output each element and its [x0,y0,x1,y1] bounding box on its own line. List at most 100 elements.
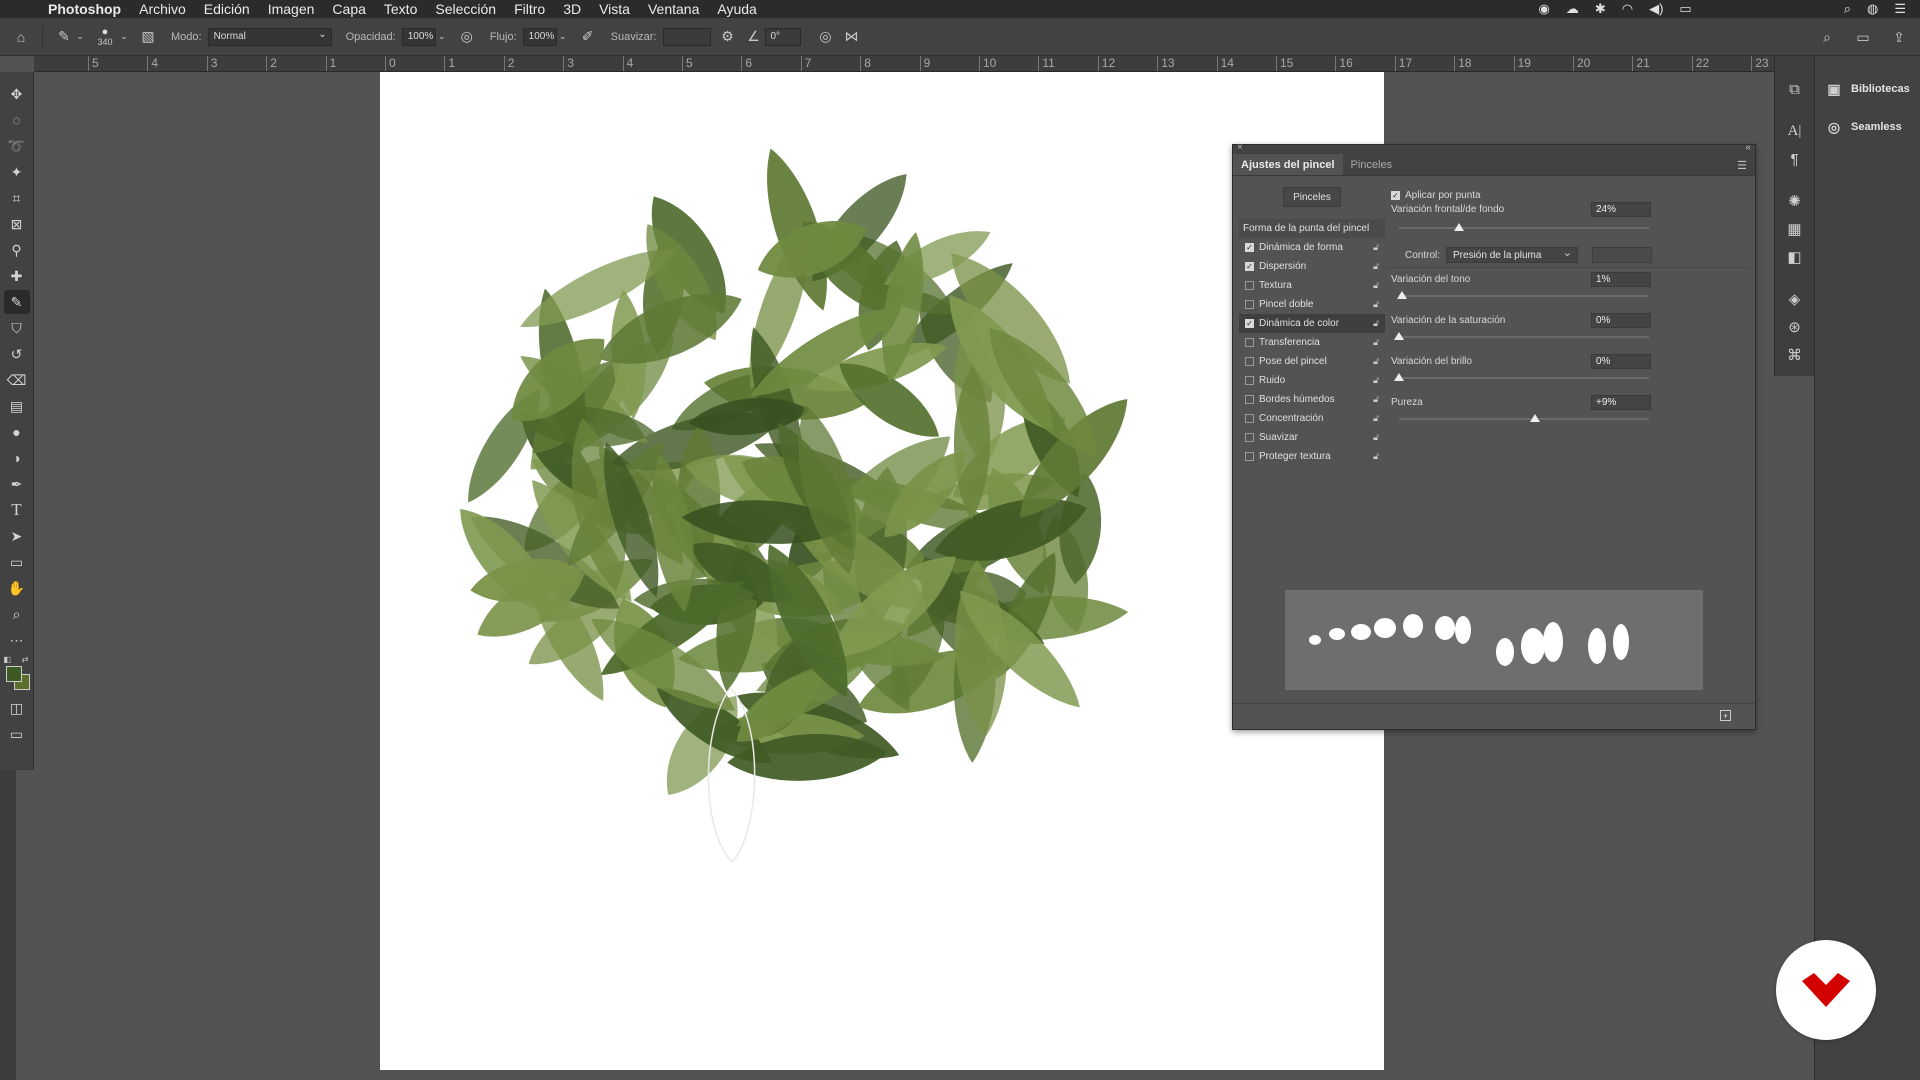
option-checkbox[interactable]: ✓ [1245,262,1254,271]
option-checkbox[interactable] [1245,452,1254,461]
brightness-jitter-input[interactable]: 0% [1591,353,1651,369]
hue-jitter-slider[interactable] [1396,291,1649,299]
wifi-icon[interactable]: ◠ [1622,1,1633,17]
history-brush-tool-icon[interactable]: ↺ [4,342,30,366]
seamless-panel-tab[interactable]: ◎ Seamless [1815,108,1920,146]
option-checkbox[interactable] [1245,281,1254,290]
menu-vista[interactable]: Vista [599,1,630,17]
flow-input[interactable]: 100% [522,27,557,46]
chevron-down-icon[interactable]: ⌄ [75,26,85,48]
option-checkbox[interactable] [1245,300,1254,309]
dodge-tool-icon[interactable]: ◑ [4,446,30,470]
channels-panel-icon[interactable]: ⊛ [1781,314,1809,340]
history-panel-icon[interactable]: ⧉ [1781,76,1809,102]
menu-filtro[interactable]: Filtro [514,1,545,17]
brush-option-item[interactable]: ✓ Dispersión 🔓︎ [1239,257,1385,276]
brush-option-item[interactable]: Transferencia 🔓︎ [1239,333,1385,352]
hand-tool-icon[interactable]: ✋ [4,576,30,600]
apply-per-tip-checkbox[interactable]: ✓ [1391,190,1400,200]
brush-option-item[interactable]: Suavizar 🔓︎ [1239,428,1385,447]
lock-icon[interactable]: 🔓︎ [1373,394,1379,405]
control-select[interactable]: Presión de la pluma [1446,246,1579,263]
option-checkbox[interactable] [1245,357,1254,366]
eyedropper-tool-icon[interactable]: ⚲ [4,238,30,262]
brightness-jitter-slider[interactable] [1394,373,1649,381]
airbrush-icon[interactable]: ✐ [577,26,599,48]
spotlight-icon[interactable]: ⌕ [1844,1,1851,17]
brush-option-item[interactable]: Pincel doble 🔓︎ [1239,295,1385,314]
hue-jitter-input[interactable]: 1% [1591,271,1651,287]
menu-imagen[interactable]: Imagen [268,1,315,17]
slider-thumb[interactable] [1394,332,1404,340]
lock-icon[interactable]: 🔓︎ [1373,451,1379,462]
search-icon[interactable]: ⌕ [1816,26,1838,48]
menu-app-name[interactable]: Photoshop [48,1,121,17]
home-icon[interactable]: ⌂ [10,26,32,48]
layers-panel-icon[interactable]: ◈ [1781,286,1809,312]
collapse-icon[interactable]: « [1745,142,1751,153]
gradients-panel-icon[interactable]: ◧ [1781,244,1809,270]
color-swatches[interactable]: ◧ ⇄ [3,655,31,690]
cloud-icon[interactable]: ☁ [1566,1,1579,17]
brush-preset-picker[interactable]: ● 340 [91,26,119,47]
pressure-size-icon[interactable]: ◎ [815,26,837,48]
share-icon[interactable]: ⇪ [1888,26,1910,48]
opacity-input[interactable]: 100% [401,27,436,46]
menu-ventana[interactable]: Ventana [648,1,699,17]
character-panel-icon[interactable]: A| [1781,118,1809,144]
panel-title-bar[interactable]: × « [1233,142,1755,154]
pen-tool-icon[interactable]: ✒ [4,472,30,496]
option-checkbox[interactable]: ✓ [1245,319,1254,328]
menu-archivo[interactable]: Archivo [139,1,186,17]
brush-option-item[interactable]: Bordes húmedos 🔓︎ [1239,390,1385,409]
option-checkbox[interactable] [1245,414,1254,423]
lock-icon[interactable]: 🔓︎ [1373,337,1379,348]
lock-icon[interactable]: 🔓︎ [1373,375,1379,386]
libraries-panel-tab[interactable]: ▣ Bibliotecas [1815,70,1920,108]
saturation-jitter-slider[interactable] [1394,332,1649,340]
slider-thumb[interactable] [1454,223,1464,231]
siri-icon[interactable]: ◍ [1867,1,1878,17]
tip-shape-item[interactable]: Forma de la punta del pincel [1239,219,1385,238]
option-checkbox[interactable] [1245,433,1254,442]
gradient-tool-icon[interactable]: ▤ [4,394,30,418]
tab-brush-settings[interactable]: Ajustes del pincel [1233,154,1343,175]
move-tool-icon[interactable]: ✥ [4,82,30,106]
angle-input[interactable]: 0° [764,27,801,46]
lock-icon[interactable]: 🔓︎ [1373,261,1379,272]
brush-settings-panel-icon[interactable]: ▧ [137,26,159,48]
slider-thumb[interactable] [1394,373,1404,381]
slider-thumb[interactable] [1396,291,1407,299]
smoothing-input[interactable] [662,27,711,46]
chevron-down-icon[interactable]: ⌄ [436,26,448,48]
new-brush-icon[interactable]: + [1720,710,1731,721]
quick-mask-icon[interactable]: ◫ [4,696,30,720]
purity-slider[interactable] [1399,414,1649,422]
option-checkbox[interactable] [1245,338,1254,347]
swap-colors-icon[interactable]: ⇄ [22,655,29,664]
rectangle-tool-icon[interactable]: ▭ [4,550,30,574]
paths-panel-icon[interactable]: ⌘ [1781,342,1809,368]
blur-tool-icon[interactable]: ● [4,420,30,444]
brush-option-item[interactable]: ✓ Dinámica de color 🔓︎ [1239,314,1385,333]
foreground-color-swatch[interactable] [5,666,22,682]
lock-icon[interactable]: 🔓︎ [1373,242,1379,253]
workspace-icon[interactable]: ▭ [1852,26,1874,48]
record-icon[interactable]: ◉ [1539,1,1550,17]
pressure-opacity-icon[interactable]: ◎ [456,26,478,48]
option-checkbox[interactable] [1245,395,1254,404]
volume-icon[interactable]: ◀) [1649,1,1663,17]
purity-input[interactable]: +9% [1591,394,1651,410]
brush-option-item[interactable]: Ruido 🔓︎ [1239,371,1385,390]
brush-tool-icon[interactable]: ✎ [53,26,75,48]
swatches-panel-icon[interactable]: ▦ [1781,216,1809,242]
default-colors-icon[interactable]: ◧ [4,655,12,664]
crop-tool-icon[interactable]: ⌗ [4,186,30,210]
control-center-icon[interactable]: ☰ [1894,1,1906,17]
chevron-down-icon[interactable]: ⌄ [557,26,569,48]
type-tool-icon[interactable]: T [4,498,30,522]
saturation-jitter-input[interactable]: 0% [1591,312,1651,328]
menu-edicion[interactable]: Edición [204,1,250,17]
symmetry-icon[interactable]: ⋈ [841,26,863,48]
slider-thumb[interactable] [1530,414,1541,422]
